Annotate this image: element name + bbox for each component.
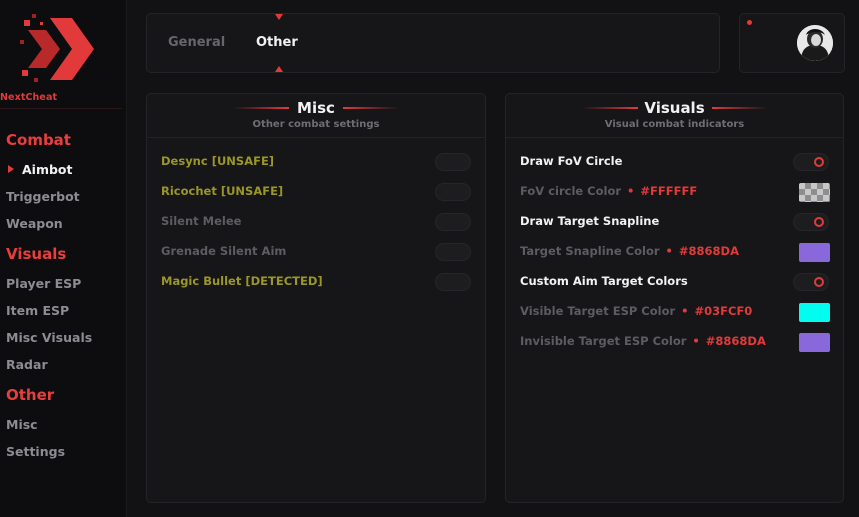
option-label: Invisible Target ESP Color — [520, 334, 687, 348]
option-label: Magic Bullet [DETECTED] — [161, 274, 323, 288]
color-hex-value: #8868DA — [678, 244, 739, 258]
option-label: Target Snapline Color — [520, 244, 660, 258]
misc-option-desync-unsafe: Desync [UNSAFE] — [147, 151, 485, 173]
status-dot — [747, 20, 752, 25]
option-label: Custom Aim Target Colors — [520, 274, 688, 288]
color-hex-value: #8868DA — [705, 334, 766, 348]
toggle-switch[interactable] — [435, 213, 471, 231]
visuals-panel: Visuals Visual combat indicators Draw Fo… — [505, 93, 844, 503]
visuals-subtitle: Visual combat indicators — [604, 119, 745, 130]
active-arrow-icon — [8, 165, 14, 173]
color-hex-value: #FFFFFF — [640, 184, 698, 198]
toggle-switch[interactable] — [793, 153, 829, 171]
toggle-knob — [814, 217, 824, 227]
logo-icon — [20, 14, 94, 82]
misc-title: Misc — [297, 99, 335, 117]
color-swatch[interactable] — [799, 303, 830, 322]
tab-other[interactable]: Other — [256, 35, 298, 50]
color-option: Invisible Target ESP Color • #8868DA — [520, 334, 766, 348]
color-option: FoV circle Color • #FFFFFF — [520, 184, 697, 198]
toggle-switch[interactable] — [435, 273, 471, 291]
visuals-option-invisible-target-esp-color: Invisible Target ESP Color • #8868DA — [506, 331, 843, 353]
bullet-icon: • — [681, 304, 689, 318]
sidebar-item-item-esp[interactable]: Item ESP — [6, 303, 69, 318]
option-label: Draw Target Snapline — [520, 214, 660, 228]
active-tab-marker-icon — [275, 66, 283, 72]
sidebar-item-settings[interactable]: Settings — [6, 444, 65, 459]
color-swatch[interactable] — [799, 183, 830, 202]
sidebar-item-misc-visuals[interactable]: Misc Visuals — [6, 330, 92, 345]
color-option: Visible Target ESP Color • #03FCF0 — [520, 304, 752, 318]
option-label: Desync [UNSAFE] — [161, 154, 275, 168]
user-box — [739, 13, 845, 73]
visuals-option-custom-aim-target-colors: Custom Aim Target Colors — [506, 271, 843, 293]
option-label: Silent Melee — [161, 214, 242, 228]
color-hex-value: #03FCF0 — [694, 304, 753, 318]
sidebar-section-visuals: Visuals — [6, 245, 67, 263]
toggle-switch[interactable] — [793, 273, 829, 291]
option-label: Ricochet [UNSAFE] — [161, 184, 284, 198]
sidebar-item-triggerbot[interactable]: Triggerbot — [6, 189, 80, 204]
tab-bar: General Other — [146, 13, 720, 73]
avatar[interactable] — [797, 25, 833, 61]
option-label: Draw FoV Circle — [520, 154, 623, 168]
misc-option-ricochet-unsafe: Ricochet [UNSAFE] — [147, 181, 485, 203]
toggle-switch[interactable] — [435, 183, 471, 201]
sidebar-item-weapon[interactable]: Weapon — [6, 216, 63, 231]
toggle-knob — [814, 157, 824, 167]
visuals-option-draw-fov-circle: Draw FoV Circle — [506, 151, 843, 173]
toggle-switch[interactable] — [793, 213, 829, 231]
toggle-switch[interactable] — [435, 153, 471, 171]
visuals-option-draw-target-snapline: Draw Target Snapline — [506, 211, 843, 233]
misc-option-silent-melee: Silent Melee — [147, 211, 485, 233]
toggle-knob — [814, 277, 824, 287]
option-label: Grenade Silent Aim — [161, 244, 287, 258]
sidebar-item-player-esp[interactable]: Player ESP — [6, 276, 81, 291]
sidebar: NextCheat Combat Aimbot Triggerbot Weapo… — [0, 0, 127, 517]
sidebar-item-radar[interactable]: Radar — [6, 357, 48, 372]
title-decoration — [712, 107, 768, 109]
visuals-option-fov-circle-color: FoV circle Color • #FFFFFF — [506, 181, 843, 203]
sidebar-item-misc[interactable]: Misc — [6, 417, 38, 432]
logo: NextCheat — [0, 0, 126, 110]
option-label: FoV circle Color — [520, 184, 622, 198]
visuals-option-visible-target-esp-color: Visible Target ESP Color • #03FCF0 — [506, 301, 843, 323]
color-swatch[interactable] — [799, 333, 830, 352]
user-avatar-icon — [797, 25, 833, 61]
bullet-icon: • — [627, 184, 635, 198]
misc-subtitle: Other combat settings — [252, 119, 380, 130]
option-label: Visible Target ESP Color — [520, 304, 676, 318]
brand-name: NextCheat — [0, 92, 58, 103]
visuals-title: Visuals — [644, 99, 705, 117]
sidebar-item-aimbot[interactable]: Aimbot — [22, 162, 73, 177]
sidebar-section-other: Other — [6, 386, 55, 404]
bullet-icon: • — [692, 334, 700, 348]
color-swatch[interactable] — [799, 243, 830, 262]
divider — [0, 108, 122, 109]
toggle-switch[interactable] — [435, 243, 471, 261]
sidebar-section-combat: Combat — [6, 131, 71, 149]
tab-general[interactable]: General — [168, 35, 225, 50]
misc-option-magic-bullet-detected: Magic Bullet [DETECTED] — [147, 271, 485, 293]
misc-option-grenade-silent-aim: Grenade Silent Aim — [147, 241, 485, 263]
title-decoration — [343, 107, 399, 109]
color-option: Target Snapline Color • #8868DA — [520, 244, 739, 258]
bullet-icon: • — [665, 244, 673, 258]
misc-panel: Misc Other combat settings Desync [UNSAF… — [146, 93, 486, 503]
active-tab-marker-icon — [275, 14, 283, 20]
divider — [147, 137, 485, 138]
visuals-option-target-snapline-color: Target Snapline Color • #8868DA — [506, 241, 843, 263]
divider — [506, 137, 843, 138]
